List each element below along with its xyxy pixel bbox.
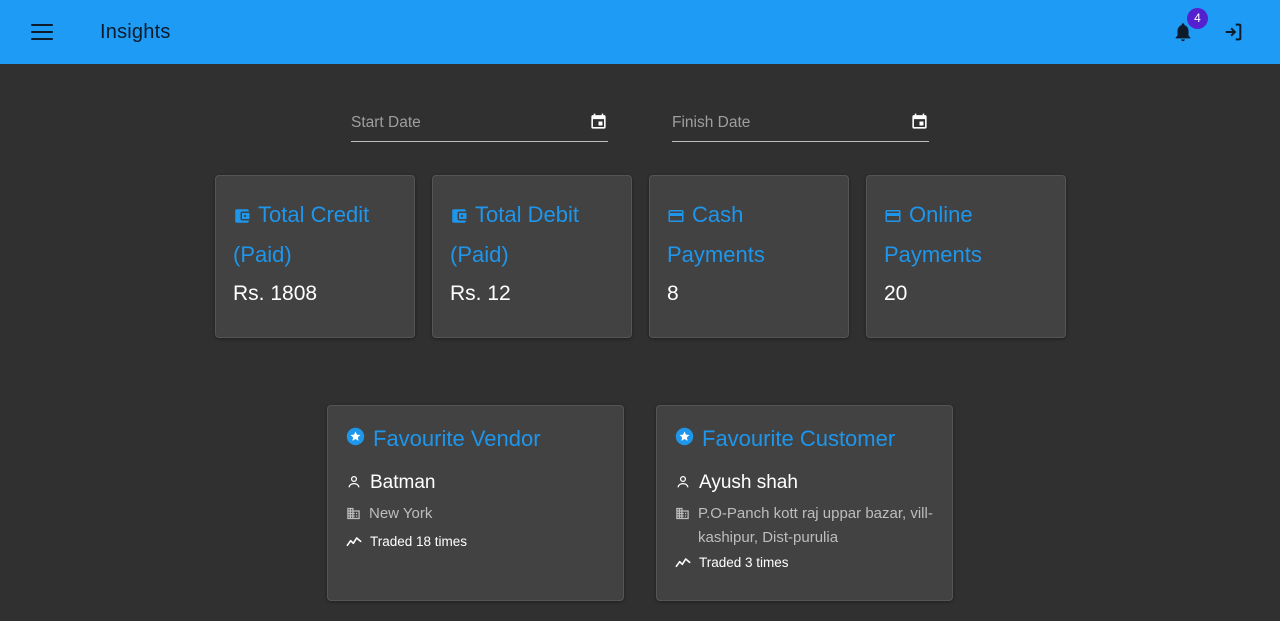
appbar-actions: 4 <box>1168 8 1248 47</box>
favourite-customer-card[interactable]: Favourite Customer Ayush shah P.O-Panch … <box>656 405 953 601</box>
finish-date-field[interactable] <box>672 109 929 142</box>
stat-card-title: Online Payments <box>884 196 1048 273</box>
favourite-vendor-traded: Traded 18 times <box>346 531 605 556</box>
stat-card-total-credit[interactable]: Total Credit (Paid) Rs. 1808 <box>215 175 415 338</box>
favourite-vendor-name: Batman <box>346 470 605 498</box>
date-filter-row <box>351 109 929 142</box>
favourite-vendor-traded-text: Traded 18 times <box>370 534 468 549</box>
stat-card-value: Rs. 12 <box>450 282 511 305</box>
menu-bar-1 <box>31 24 53 26</box>
start-date-field[interactable] <box>351 109 608 142</box>
favourite-customer-address: P.O-Panch kott raj uppar bazar, vill-kas… <box>675 502 934 550</box>
stat-card-title-text: Total Debit (Paid) <box>450 202 579 267</box>
stat-card-title: Cash Payments <box>667 196 831 273</box>
favourite-vendor-title-text: Favourite Vendor <box>373 426 541 451</box>
notifications-button[interactable]: 4 <box>1168 8 1208 47</box>
favourite-customer-name-text: Ayush shah <box>699 472 798 493</box>
credit-card-icon <box>884 199 902 236</box>
notification-badge: 4 <box>1187 8 1208 29</box>
favourite-vendor-title: Favourite Vendor <box>346 424 605 454</box>
stat-card-title: Total Debit (Paid) <box>450 196 614 273</box>
trending-up-icon <box>346 531 362 556</box>
finish-date-input[interactable] <box>672 113 910 137</box>
stat-card-title: Total Credit (Paid) <box>233 196 397 273</box>
star-circle-icon <box>346 424 365 454</box>
favourite-customer-title-text: Favourite Customer <box>702 426 896 451</box>
star-circle-icon <box>675 424 694 454</box>
stat-card-value: Rs. 1808 <box>233 282 318 305</box>
credit-card-icon <box>667 199 685 236</box>
favourite-customer-traded-text: Traded 3 times <box>699 555 789 570</box>
building-icon <box>675 502 690 529</box>
wallet-icon <box>233 199 251 236</box>
favourite-vendor-address-text: New York <box>369 505 433 522</box>
favourites-row: Favourite Vendor Batman New York Traded … <box>327 405 953 601</box>
app-bar: Insights 4 <box>0 0 1280 64</box>
favourite-customer-traded: Traded 3 times <box>675 552 934 577</box>
insights-page: Total Credit (Paid) Rs. 1808 Total Debit… <box>0 64 1280 621</box>
start-date-calendar-button[interactable] <box>589 112 608 138</box>
favourite-vendor-name-text: Batman <box>370 472 436 493</box>
building-icon <box>346 502 361 529</box>
stat-card-value: 8 <box>667 282 679 305</box>
wallet-icon <box>450 199 468 236</box>
stat-card-title-text: Total Credit (Paid) <box>233 202 370 267</box>
stat-card-total-debit[interactable]: Total Debit (Paid) Rs. 12 <box>432 175 632 338</box>
logout-button[interactable] <box>1218 17 1248 47</box>
person-icon <box>675 470 691 498</box>
stat-card-cash-payments[interactable]: Cash Payments 8 <box>649 175 849 338</box>
menu-bar-2 <box>31 31 53 33</box>
favourite-customer-address-text: P.O-Panch kott raj uppar bazar, vill-kas… <box>698 505 933 546</box>
favourite-customer-name: Ayush shah <box>675 470 934 498</box>
calendar-icon <box>910 112 929 134</box>
page-title: Insights <box>100 20 171 43</box>
favourite-customer-title: Favourite Customer <box>675 424 934 454</box>
finish-date-calendar-button[interactable] <box>910 112 929 138</box>
stat-card-value: 20 <box>884 282 908 305</box>
stat-card-online-payments[interactable]: Online Payments 20 <box>866 175 1066 338</box>
favourite-vendor-card[interactable]: Favourite Vendor Batman New York Traded … <box>327 405 624 601</box>
hamburger-menu-icon[interactable] <box>22 12 62 52</box>
favourite-vendor-address: New York <box>346 502 605 529</box>
calendar-icon <box>589 112 608 134</box>
stat-cards-row: Total Credit (Paid) Rs. 1808 Total Debit… <box>215 175 1066 338</box>
logout-icon <box>1222 21 1244 43</box>
menu-bar-3 <box>31 38 53 40</box>
start-date-input[interactable] <box>351 113 589 137</box>
trending-up-icon <box>675 552 691 577</box>
person-icon <box>346 470 362 498</box>
